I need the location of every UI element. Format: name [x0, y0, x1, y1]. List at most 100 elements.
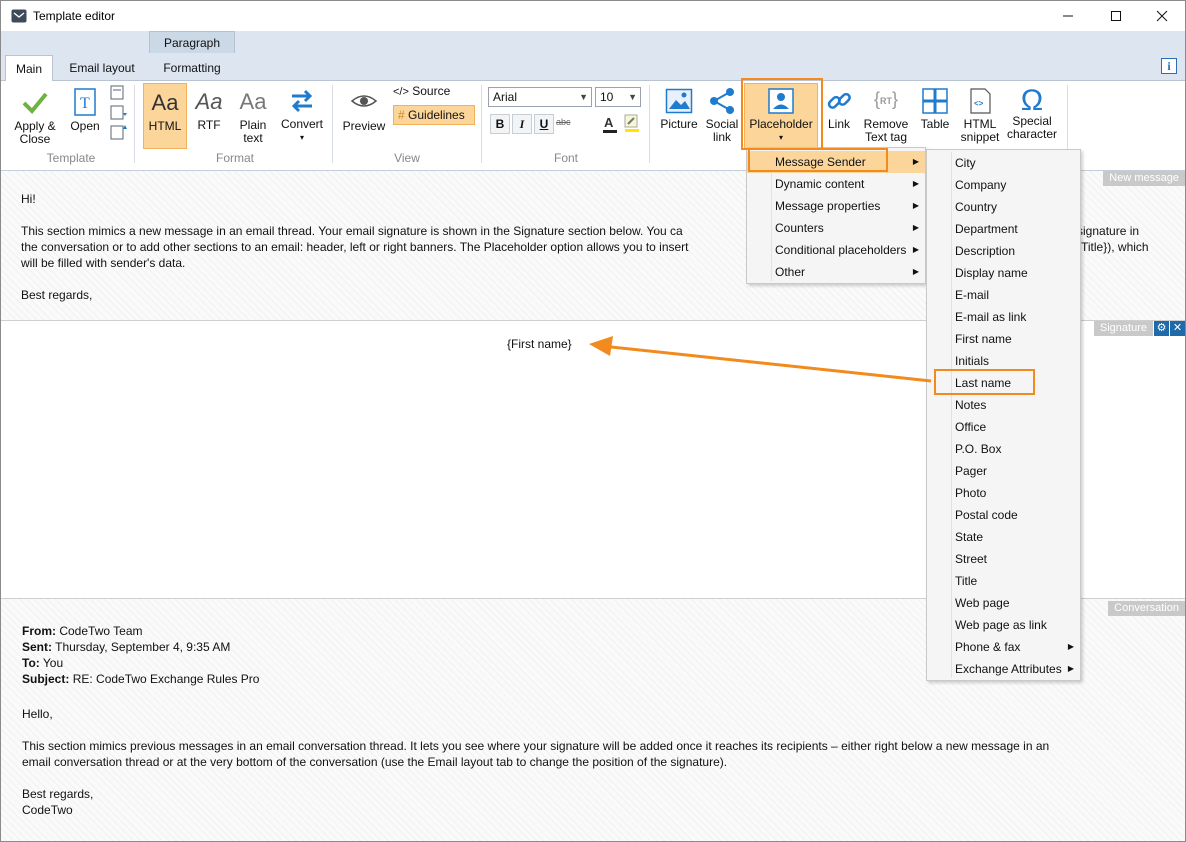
conversation-body-line-1: This section mimics previous messages in…: [22, 739, 1050, 753]
menu-item-message-properties[interactable]: Message properties ▶: [747, 195, 925, 217]
subject-line: Subject: RE: CodeTwo Exchange Rules Pro: [22, 672, 260, 686]
info-icon[interactable]: i: [1161, 58, 1177, 74]
submenu-item-email-as-link[interactable]: E-mail as link: [927, 306, 1080, 328]
table-button[interactable]: Table: [915, 87, 955, 149]
context-tab-paragraph[interactable]: Paragraph: [149, 31, 235, 53]
submenu-item-city[interactable]: City: [927, 152, 1080, 174]
remove-text-tag-button[interactable]: { RT } Remove Text tag: [861, 87, 911, 149]
sent-line: Sent: Thursday, September 4, 9:35 AM: [22, 640, 231, 654]
menu-item-conditional-placeholders[interactable]: Conditional placeholders ▶: [747, 239, 925, 261]
submenu-item-phone-fax[interactable]: Phone & fax ▶: [927, 636, 1080, 658]
chevron-right-icon: ▶: [912, 267, 919, 276]
submenu-item-office[interactable]: Office: [927, 416, 1080, 438]
submenu-item-web-page[interactable]: Web page: [927, 592, 1080, 614]
share-icon: [710, 88, 734, 114]
chevron-down-icon: ▼: [579, 92, 588, 102]
submenu-item-display-name[interactable]: Display name: [927, 262, 1080, 284]
tab-formatting[interactable]: Formatting: [149, 55, 235, 81]
preview-button[interactable]: Preview: [341, 89, 387, 149]
new-message-label: New message: [1103, 171, 1185, 186]
template-tools-icon[interactable]: [109, 85, 129, 141]
open-button[interactable]: T Open: [65, 87, 105, 137]
message-body-line-2-end: Title}), which: [1081, 240, 1149, 254]
rtf-format-button[interactable]: Aa RTF: [189, 83, 229, 149]
table-icon: [922, 88, 948, 114]
tab-main[interactable]: Main: [5, 55, 53, 82]
apply-close-button[interactable]: Apply & Close: [7, 87, 63, 149]
svg-text:RT: RT: [880, 96, 892, 106]
signature-placeholder[interactable]: {First name}: [507, 337, 572, 351]
underline-button[interactable]: U: [534, 114, 554, 134]
guidelines-toggle[interactable]: # Guidelines: [393, 105, 475, 125]
submenu-item-email[interactable]: E-mail: [927, 284, 1080, 306]
source-button[interactable]: </> Source: [393, 85, 455, 103]
code-tag-icon: </>: [393, 86, 409, 98]
svg-text:}: }: [892, 89, 898, 109]
close-signature-icon[interactable]: ✕: [1170, 321, 1185, 336]
font-color-icon: A: [603, 115, 617, 133]
menu-item-counters[interactable]: Counters ▶: [747, 217, 925, 239]
submenu-item-exchange-attributes[interactable]: Exchange Attributes ▶: [927, 658, 1080, 680]
font-name-select[interactable]: Arial ▼: [488, 87, 592, 107]
closing-text: Best regards,: [21, 288, 93, 302]
conversation-label: Conversation: [1108, 601, 1185, 616]
submenu-item-department[interactable]: Department: [927, 218, 1080, 240]
chevron-right-icon: ▶: [912, 245, 919, 254]
font-color-button[interactable]: A: [601, 114, 619, 134]
submenu-item-street[interactable]: Street: [927, 548, 1080, 570]
menu-item-dynamic-content[interactable]: Dynamic content ▶: [747, 173, 925, 195]
submenu-item-postal-code[interactable]: Postal code: [927, 504, 1080, 526]
conversation-closing-2: CodeTwo: [22, 803, 73, 817]
close-icon: [1156, 10, 1168, 22]
plain-text-format-button[interactable]: Aa Plain text: [231, 83, 275, 149]
ribbon-separator: [134, 85, 135, 163]
submenu-item-state[interactable]: State: [927, 526, 1080, 548]
submenu-item-description[interactable]: Description: [927, 240, 1080, 262]
submenu-item-notes[interactable]: Notes: [927, 394, 1080, 416]
maximize-button[interactable]: [1093, 1, 1139, 31]
grid-icon: #: [398, 108, 405, 122]
svg-text:T: T: [80, 95, 90, 112]
submenu-item-po-box[interactable]: P.O. Box: [927, 438, 1080, 460]
small-template-icons: [109, 85, 129, 144]
ribbon-separator: [332, 85, 333, 163]
tab-email-layout[interactable]: Email layout: [59, 55, 145, 81]
submenu-item-web-page-as-link[interactable]: Web page as link: [927, 614, 1080, 636]
svg-text:A: A: [604, 115, 614, 130]
minimize-button[interactable]: [1045, 1, 1091, 31]
chevron-right-icon: ▶: [1067, 642, 1074, 651]
group-label-template: Template: [46, 151, 96, 165]
strikethrough-button[interactable]: abc: [556, 117, 571, 127]
submenu-item-title[interactable]: Title: [927, 570, 1080, 592]
convert-button[interactable]: Convert ▾: [277, 87, 327, 149]
gear-icon[interactable]: ⚙: [1154, 321, 1169, 336]
bold-button[interactable]: B: [490, 114, 510, 134]
special-character-button[interactable]: Ω Special character: [1005, 86, 1059, 149]
submenu-item-pager[interactable]: Pager: [927, 460, 1080, 482]
chevron-right-icon: ▶: [1067, 664, 1074, 673]
highlight-button[interactable]: [623, 113, 641, 133]
html-snippet-button[interactable]: <> HTML snippet: [957, 87, 1003, 149]
message-sender-submenu: City Company Country Department Descript…: [926, 149, 1081, 681]
submenu-item-photo[interactable]: Photo: [927, 482, 1080, 504]
html-format-button[interactable]: Aa HTML: [143, 83, 187, 149]
font-size-select[interactable]: 10 ▼: [595, 87, 641, 107]
group-label-font: Font: [553, 151, 578, 165]
group-label-view: View: [394, 151, 420, 165]
close-button[interactable]: [1139, 1, 1185, 31]
app-icon: [11, 9, 27, 23]
last-name-highlight: [934, 369, 1035, 395]
rt-tag-icon: { RT }: [874, 89, 898, 109]
link-button[interactable]: Link: [821, 87, 857, 149]
social-link-button[interactable]: Social link: [703, 87, 741, 149]
maximize-icon: [1111, 11, 1121, 21]
submenu-item-company[interactable]: Company: [927, 174, 1080, 196]
chevron-down-icon: ▼: [628, 92, 637, 102]
submenu-item-first-name[interactable]: First name: [927, 328, 1080, 350]
italic-button[interactable]: I: [512, 114, 532, 134]
picture-button[interactable]: Picture: [657, 87, 701, 149]
ribbon-separator: [649, 85, 650, 163]
checkmark-icon: [22, 92, 48, 114]
menu-item-other[interactable]: Other ▶: [747, 261, 925, 283]
submenu-item-country[interactable]: Country: [927, 196, 1080, 218]
